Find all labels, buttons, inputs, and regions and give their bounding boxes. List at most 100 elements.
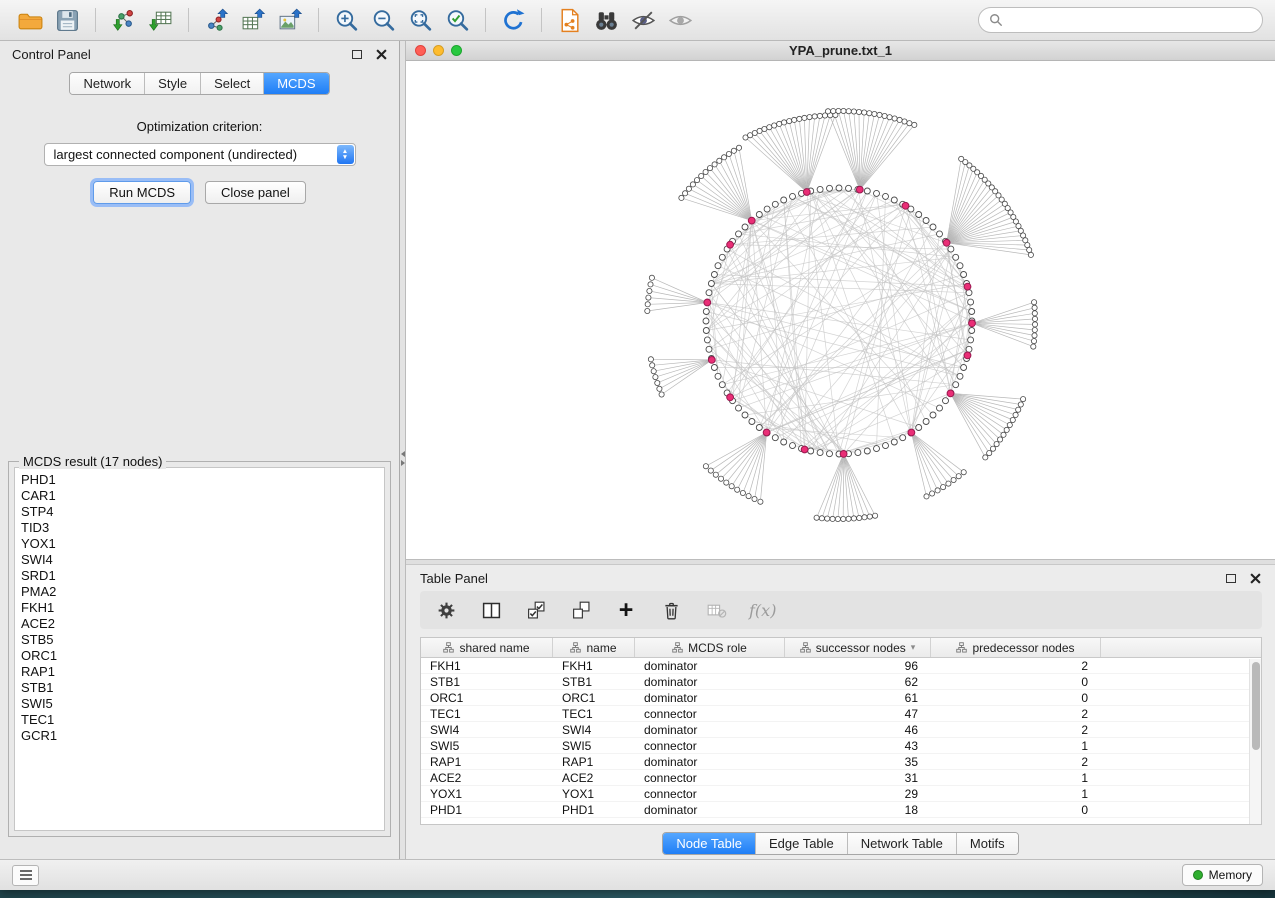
table-cell[interactable]: connector — [635, 707, 785, 721]
table-row[interactable]: RAP1RAP1dominator352 — [421, 754, 1261, 770]
search-input[interactable] — [1009, 13, 1252, 28]
show-columns-button[interactable] — [479, 598, 503, 622]
mcds-result-item[interactable]: PHD1 — [21, 472, 378, 488]
mcds-result-item[interactable]: STB5 — [21, 632, 378, 648]
mcds-result-item[interactable]: SWI5 — [21, 696, 378, 712]
table-cell[interactable]: dominator — [635, 659, 785, 673]
table-cell[interactable]: TEC1 — [553, 707, 635, 721]
table-cell[interactable]: 31 — [785, 771, 931, 785]
table-cell[interactable]: 0 — [931, 675, 1101, 689]
column-header-predecessor-nodes[interactable]: predecessor nodes — [931, 638, 1101, 657]
memory-button[interactable]: Memory — [1182, 864, 1263, 886]
table-cell[interactable]: 35 — [785, 755, 931, 769]
mcds-result-item[interactable]: RAP1 — [21, 664, 378, 680]
table-cell[interactable]: 47 — [785, 707, 931, 721]
show-hide-button[interactable] — [625, 3, 662, 37]
table-tab-network-table[interactable]: Network Table — [848, 833, 957, 854]
table-cell[interactable]: 61 — [785, 691, 931, 705]
table-cell[interactable]: 29 — [785, 787, 931, 801]
tab-select[interactable]: Select — [201, 73, 264, 94]
column-header-name[interactable]: name — [553, 638, 635, 657]
table-row[interactable]: TEC1TEC1connector472 — [421, 706, 1261, 722]
table-scrollbar[interactable] — [1249, 659, 1261, 824]
mcds-result-item[interactable]: FKH1 — [21, 600, 378, 616]
import-table-button[interactable] — [142, 3, 179, 37]
table-cell[interactable]: dominator — [635, 723, 785, 737]
table-cell[interactable]: 2 — [931, 723, 1101, 737]
table-tab-node-table[interactable]: Node Table — [663, 833, 756, 854]
table-row[interactable]: STB1STB1dominator620 — [421, 674, 1261, 690]
table-row[interactable]: PHD1PHD1dominator180 — [421, 802, 1261, 818]
table-tab-edge-table[interactable]: Edge Table — [756, 833, 848, 854]
table-cell[interactable]: 2 — [931, 707, 1101, 721]
table-tab-motifs[interactable]: Motifs — [957, 833, 1018, 854]
table-cell[interactable]: dominator — [635, 691, 785, 705]
table-cell[interactable]: PHD1 — [553, 803, 635, 817]
eye-button[interactable] — [662, 3, 699, 37]
column-header-MCDS-role[interactable]: MCDS role — [635, 638, 785, 657]
run-mcds-button[interactable]: Run MCDS — [93, 181, 191, 204]
export-network-button[interactable] — [198, 3, 235, 37]
table-cell[interactable]: FKH1 — [553, 659, 635, 673]
table-cell[interactable]: 2 — [931, 755, 1101, 769]
table-cell[interactable]: connector — [635, 771, 785, 785]
table-cell[interactable]: 62 — [785, 675, 931, 689]
import-network-button[interactable] — [105, 3, 142, 37]
table-cell[interactable]: SWI5 — [553, 739, 635, 753]
table-cell[interactable]: connector — [635, 787, 785, 801]
mcds-result-item[interactable]: CAR1 — [21, 488, 378, 504]
table-cell[interactable]: dominator — [635, 803, 785, 817]
export-image-button[interactable] — [272, 3, 309, 37]
table-cell[interactable]: PHD1 — [421, 803, 553, 817]
open-file-button[interactable] — [12, 3, 49, 37]
table-cell[interactable]: 0 — [931, 691, 1101, 705]
close-panel-button[interactable] — [376, 49, 387, 60]
table-row[interactable]: FKH1FKH1dominator962 — [421, 658, 1261, 674]
table-cell[interactable]: 46 — [785, 723, 931, 737]
mcds-result-list[interactable]: PHD1CAR1STP4TID3YOX1SWI4SRD1PMA2FKH1ACE2… — [14, 467, 385, 831]
scrollbar-thumb[interactable] — [1252, 662, 1260, 750]
table-cell[interactable]: dominator — [635, 675, 785, 689]
zoom-out-button[interactable] — [365, 3, 402, 37]
zoom-in-button[interactable] — [328, 3, 365, 37]
tab-style[interactable]: Style — [145, 73, 201, 94]
table-cell[interactable]: RAP1 — [421, 755, 553, 769]
mcds-result-item[interactable]: GCR1 — [21, 728, 378, 744]
search-network-button[interactable] — [588, 3, 625, 37]
table-cell[interactable]: 43 — [785, 739, 931, 753]
network-window-titlebar[interactable]: YPA_prune.txt_1 — [406, 41, 1275, 61]
close-panel-button-2[interactable]: Close panel — [205, 181, 306, 204]
select-all-button[interactable] — [524, 598, 548, 622]
status-menu-button[interactable] — [12, 865, 39, 886]
table-cell[interactable]: STB1 — [553, 675, 635, 689]
table-cell[interactable]: YOX1 — [553, 787, 635, 801]
mcds-result-item[interactable]: STB1 — [21, 680, 378, 696]
mcds-result-item[interactable]: ACE2 — [21, 616, 378, 632]
table-row[interactable]: YOX1YOX1connector291 — [421, 786, 1261, 802]
table-cell[interactable]: FKH1 — [421, 659, 553, 673]
table-cell[interactable]: 1 — [931, 771, 1101, 785]
tab-mcds[interactable]: MCDS — [264, 73, 328, 94]
refresh-button[interactable] — [495, 3, 532, 37]
table-cell[interactable]: 0 — [931, 803, 1101, 817]
table-cell[interactable]: RAP1 — [553, 755, 635, 769]
table-cell[interactable]: ACE2 — [553, 771, 635, 785]
float-panel-button[interactable] — [352, 50, 362, 59]
table-cell[interactable]: 1 — [931, 739, 1101, 753]
export-table-button[interactable] — [235, 3, 272, 37]
mcds-result-item[interactable]: TEC1 — [21, 712, 378, 728]
mcds-result-item[interactable]: YOX1 — [21, 536, 378, 552]
table-cell[interactable]: 96 — [785, 659, 931, 673]
toolbar-search[interactable] — [978, 7, 1263, 33]
add-column-button[interactable]: + — [614, 598, 638, 622]
table-cell[interactable]: SWI4 — [553, 723, 635, 737]
save-session-button[interactable] — [49, 3, 86, 37]
close-table-panel-button[interactable] — [1250, 573, 1261, 584]
criterion-dropdown[interactable]: largest connected component (undirected)… — [44, 143, 356, 166]
delete-column-button[interactable] — [659, 598, 683, 622]
mcds-result-item[interactable]: SWI4 — [21, 552, 378, 568]
minimize-window-icon[interactable] — [433, 45, 444, 56]
mcds-result-item[interactable]: PMA2 — [21, 584, 378, 600]
table-cell[interactable]: TEC1 — [421, 707, 553, 721]
network-canvas[interactable] — [406, 61, 1275, 559]
